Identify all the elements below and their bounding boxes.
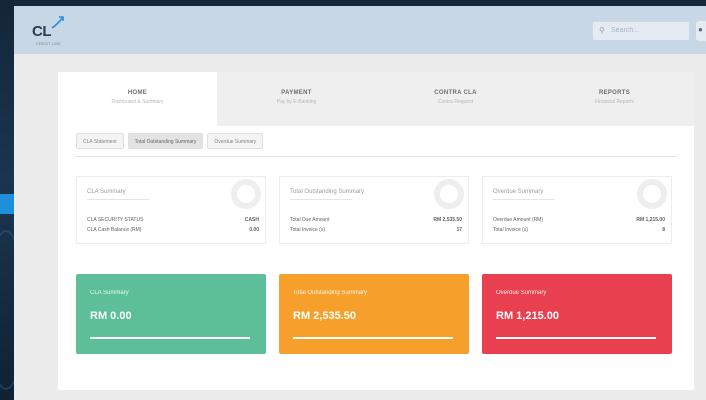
tile-amount: RM 1,215.00 <box>496 310 559 322</box>
tab-title: PAYMENT <box>281 90 312 96</box>
app-logo[interactable]: CL CREDIT LINE <box>32 14 92 48</box>
row-value: CASH <box>244 217 259 223</box>
divider <box>74 156 678 157</box>
row-value: RM 2,535.50 <box>433 217 462 223</box>
tile-progress-fill <box>90 337 250 339</box>
tile-title: Overdue Summary <box>496 290 547 296</box>
row-label: Total Due Amount <box>290 217 330 223</box>
tab-reports[interactable]: REPORTS Financial Reports <box>535 72 694 126</box>
overdue-summary-card: Overdue Summary Overdue Amount (RM) RM 1… <box>482 176 672 244</box>
row-value: 8 <box>662 227 665 233</box>
logo-text: CL <box>32 23 52 40</box>
cla-summary-card: CLA Summary CLA SECURITY STATUS CASH CLA… <box>76 176 266 244</box>
tab-subtitle: Pay by E-Banking <box>276 99 317 105</box>
search-input[interactable]: ⚲ Search... <box>592 21 690 41</box>
overdue-summary-tile[interactable]: Overdue Summary RM 1,215.00 <box>482 274 672 354</box>
tab-contra-cla[interactable]: CONTRA CLA Contra Request <box>376 72 535 126</box>
total-outstanding-tile[interactable]: Total Outstanding Summary RM 2,535.50 <box>279 274 469 354</box>
summary-cards: CLA Summary CLA SECURITY STATUS CASH CLA… <box>76 176 676 244</box>
tile-progress-bar <box>496 337 656 339</box>
cla-summary-tile[interactable]: CLA Summary RM 0.00 <box>76 274 266 354</box>
row-label: Total Invoice (s) <box>290 227 326 233</box>
card-underline <box>493 199 555 200</box>
tab-title: HOME <box>127 90 148 96</box>
tab-subtitle: Dashboard & Summary <box>111 99 164 105</box>
tab-payment[interactable]: PAYMENT Pay by E-Banking <box>217 72 376 126</box>
tab-subtitle: Contra Request <box>437 99 474 105</box>
main-tabs: HOME Dashboard & Summary PAYMENT Pay by … <box>58 72 694 126</box>
app-window: CL CREDIT LINE ⚲ Search... ● HOME Dashbo… <box>14 6 706 400</box>
card-row: Total Invoice (s) 17 <box>290 227 462 235</box>
card-title: CLA Summary <box>87 189 126 195</box>
card-decoration-icon <box>637 179 667 209</box>
card-row: Total Invoice (s) 8 <box>493 227 665 235</box>
tab-title: CONTRA CLA <box>434 90 477 96</box>
subtab-total-outstanding[interactable]: Total Outstanding Summary <box>127 133 204 149</box>
tile-progress-fill <box>293 337 453 339</box>
sub-tabs: CLA Statement Total Outstanding Summary … <box>76 133 264 149</box>
search-placeholder: Search... <box>611 27 640 34</box>
row-label: Total Invoice (s) <box>493 227 529 233</box>
top-navbar: CL CREDIT LINE ⚲ Search... ● <box>14 6 706 54</box>
tile-progress-fill <box>496 337 656 339</box>
row-value: 0.00 <box>249 227 259 233</box>
user-icon: ● <box>698 25 703 34</box>
search-icon: ⚲ <box>599 26 605 35</box>
summary-tiles: CLA Summary RM 0.00 Total Outstanding Su… <box>76 274 676 354</box>
tile-title: CLA Summary <box>90 290 129 296</box>
subtab-overdue-summary[interactable]: Overdue Summary <box>207 133 264 149</box>
row-label: CLA SECURITY STATUS <box>87 217 144 223</box>
row-value: 17 <box>456 227 462 233</box>
card-row: CLA SECURITY STATUS CASH <box>87 217 259 225</box>
user-menu-button[interactable]: ● <box>696 21 706 41</box>
card-title: Total Outstanding Summary <box>290 189 365 195</box>
tab-subtitle: Financial Reports <box>595 99 634 105</box>
tile-title: Total Outstanding Summary <box>293 290 368 296</box>
subtab-cla-statement[interactable]: CLA Statement <box>76 133 124 149</box>
row-label: Overdue Amount (RM) <box>493 217 544 223</box>
card-decoration-icon <box>231 179 261 209</box>
tab-title: REPORTS <box>598 90 631 96</box>
tab-home[interactable]: HOME Dashboard & Summary <box>58 72 217 126</box>
desktop-accent <box>0 194 14 214</box>
row-value: RM 1,215.00 <box>636 217 665 223</box>
tile-progress-bar <box>293 337 453 339</box>
tile-progress-bar <box>90 337 250 339</box>
card-title: Overdue Summary <box>493 189 544 195</box>
row-label: CLA Cash Balance (RM) <box>87 227 142 233</box>
content-panel: HOME Dashboard & Summary PAYMENT Pay by … <box>58 72 694 390</box>
card-decoration-icon <box>434 179 464 209</box>
tile-amount: RM 2,535.50 <box>293 310 356 322</box>
logo-arrow-icon <box>51 16 64 29</box>
tile-amount: RM 0.00 <box>90 310 132 322</box>
card-underline <box>290 199 352 200</box>
card-row: Overdue Amount (RM) RM 1,215.00 <box>493 217 665 225</box>
card-underline <box>87 199 149 200</box>
logo-subtitle: CREDIT LINE <box>36 41 61 46</box>
card-row: CLA Cash Balance (RM) 0.00 <box>87 227 259 235</box>
card-row: Total Due Amount RM 2,535.50 <box>290 217 462 225</box>
total-outstanding-card: Total Outstanding Summary Total Due Amou… <box>279 176 469 244</box>
